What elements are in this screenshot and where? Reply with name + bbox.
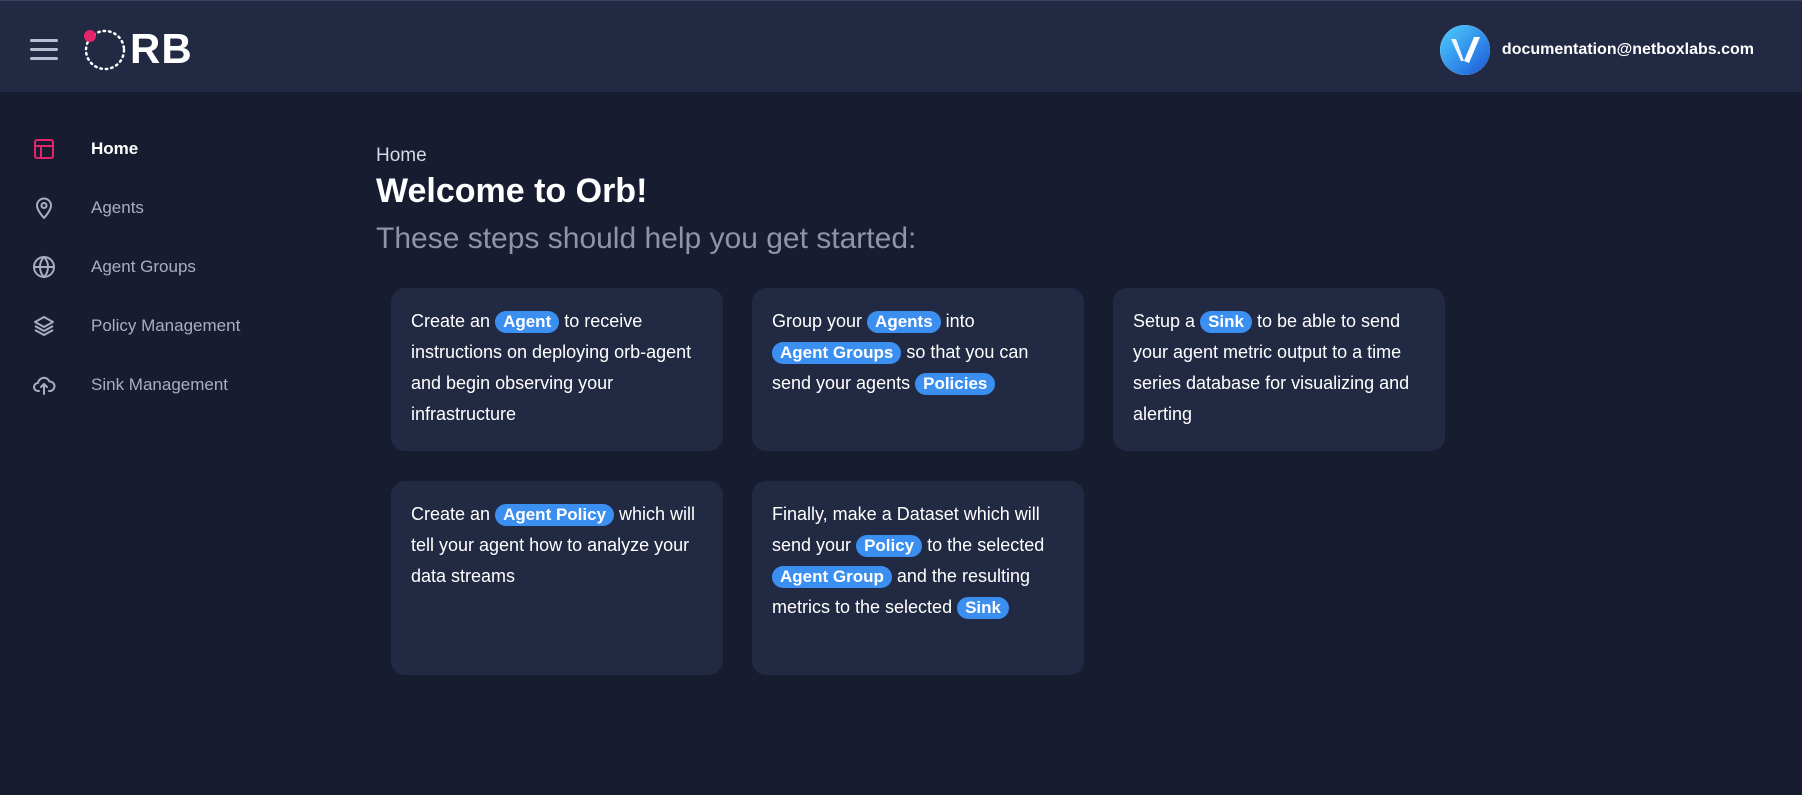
sidebar-item-agents[interactable]: Agents <box>0 183 300 233</box>
sink-chip[interactable]: Sink <box>957 597 1009 619</box>
card-text: Create an <box>411 504 496 524</box>
user-menu[interactable]: documentation@netboxlabs.com <box>1439 25 1754 75</box>
page-title: Welcome to Orb! <box>376 172 648 210</box>
sink-chip[interactable]: Sink <box>1200 311 1252 333</box>
card-text: Setup a <box>1133 311 1201 331</box>
step-card-agent: Create an Agent to receive instructions … <box>391 288 723 451</box>
agent-group-chip[interactable]: Agent Group <box>772 566 892 588</box>
sidebar-item-home[interactable]: Home <box>0 124 300 174</box>
sidebar: Home Agents Agent Groups Policy Manageme… <box>0 92 300 795</box>
sidebar-item-label: Home <box>91 139 139 158</box>
avatar[interactable] <box>1439 25 1490 75</box>
policies-chip[interactable]: Policies <box>915 373 996 395</box>
layout-icon <box>34 139 54 159</box>
policy-chip[interactable]: Policy <box>856 535 923 557</box>
agent-policy-chip[interactable]: Agent Policy <box>495 504 615 526</box>
agents-chip[interactable]: Agents <box>867 311 941 333</box>
main-content: Home Welcome to Orb! These steps should … <box>376 145 1476 257</box>
user-email[interactable]: documentation@netboxlabs.com <box>1502 41 1754 59</box>
card-text: Group your <box>772 311 868 331</box>
page-subtitle: These steps should help you get started: <box>376 222 917 255</box>
sidebar-item-label: Sink Management <box>91 375 229 394</box>
map-pin-icon <box>36 197 52 219</box>
hamburger-line <box>30 48 58 51</box>
globe-icon <box>33 255 55 279</box>
sidebar-item-policy-management[interactable]: Policy Management <box>0 301 300 351</box>
step-card-sink: Setup a Sink to be able to send your age… <box>1113 288 1445 451</box>
hamburger-line <box>30 57 58 60</box>
card-text: Create an <box>411 311 496 331</box>
step-card-agent-groups: Group your Agents into Agent Groups so t… <box>752 288 1084 451</box>
breadcrumb[interactable]: Home <box>376 145 1476 167</box>
cloud-upload-icon <box>33 376 56 395</box>
card-text: to the selected <box>922 535 1045 555</box>
logo-text: RB <box>130 25 193 72</box>
card-text: into <box>940 311 975 331</box>
top-bar: RB documentation@netboxlabs.com <box>0 0 1802 92</box>
sidebar-item-sink-management[interactable]: Sink Management <box>0 360 300 410</box>
menu-toggle-button[interactable] <box>30 39 58 61</box>
sidebar-item-label: Policy Management <box>91 316 241 335</box>
sidebar-item-label: Agent Groups <box>91 257 196 276</box>
orb-logo[interactable]: RB <box>82 27 212 71</box>
step-card-agent-policy: Create an Agent Policy which will tell y… <box>391 481 723 675</box>
hamburger-line <box>30 39 58 42</box>
orb-logo-ring-icon <box>84 29 126 71</box>
step-card-dataset: Finally, make a Dataset which will send … <box>752 481 1084 675</box>
sidebar-item-label: Agents <box>91 198 144 217</box>
agent-chip[interactable]: Agent <box>495 311 560 333</box>
sidebar-item-agent-groups[interactable]: Agent Groups <box>0 242 300 292</box>
netbox-logo-icon <box>1439 25 1490 75</box>
agent-groups-chip[interactable]: Agent Groups <box>772 342 902 364</box>
layers-icon <box>34 316 54 336</box>
